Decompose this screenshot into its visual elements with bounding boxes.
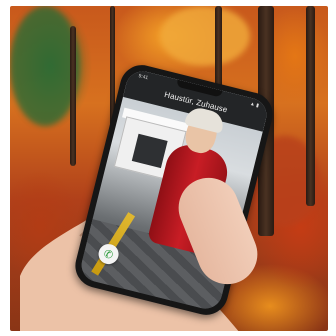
tree-trunk xyxy=(70,26,76,166)
call-glyph: ✆ xyxy=(102,247,115,262)
tree-trunk xyxy=(306,6,315,206)
status-time: 9:41 xyxy=(137,73,149,82)
status-icons: ▲ ▮ xyxy=(249,100,260,109)
autumn-forest-photo: 9:41 ▲ ▮ Haustür, Zuhause ✆ xyxy=(10,6,328,331)
yellow-foliage xyxy=(160,6,250,66)
